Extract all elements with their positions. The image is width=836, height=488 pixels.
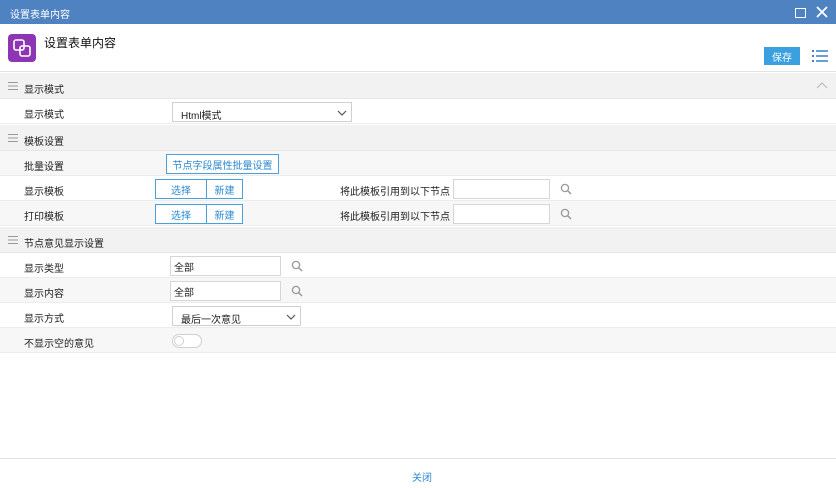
list-menu-icon[interactable] (812, 50, 828, 62)
select-template-button[interactable]: 选择 (156, 180, 206, 198)
select-value: 最后一次意见 (181, 315, 241, 326)
row-display-mode: 显示模式 Html模式 (0, 99, 836, 124)
chevron-up-icon[interactable] (816, 81, 828, 91)
drag-handle-icon (8, 236, 18, 244)
chevron-down-icon (337, 110, 347, 116)
row-label: 显示方式 (24, 314, 64, 325)
select-template-button[interactable]: 选择 (156, 205, 206, 223)
search-icon[interactable] (291, 285, 303, 297)
row-label: 不显示空的意见 (24, 339, 94, 350)
print-template-button-group: 选择 新建 (155, 204, 243, 224)
display-method-select[interactable]: 最后一次意见 (172, 306, 301, 326)
batch-field-settings-button[interactable]: 节点字段属性批量设置 (166, 154, 279, 174)
page-header: 设置表单内容 保存 (0, 24, 836, 72)
print-template-nodes-input[interactable] (453, 204, 550, 224)
row-label: 打印模板 (24, 212, 64, 223)
search-icon[interactable] (560, 183, 572, 195)
row-display-type: 显示类型 (0, 253, 836, 278)
apply-nodes-label: 将此模板引用到以下节点 (340, 212, 450, 223)
row-label: 显示类型 (24, 264, 64, 275)
section-display-mode[interactable]: 显示模式 (0, 73, 836, 99)
row-display-content: 显示内容 (0, 278, 836, 303)
dialog-footer: 关闭 (0, 458, 836, 488)
drag-handle-icon (8, 134, 18, 142)
hide-empty-opinion-toggle[interactable] (172, 334, 202, 348)
section-title: 模板设置 (24, 137, 64, 148)
row-label: 批量设置 (24, 162, 64, 173)
chevron-down-icon (286, 314, 296, 320)
row-display-method: 显示方式 最后一次意见 (0, 303, 836, 328)
new-template-button[interactable]: 新建 (206, 180, 242, 198)
page-title: 设置表单内容 (44, 36, 117, 50)
row-display-template: 显示模板 选择 新建 将此模板引用到以下节点 (0, 176, 836, 201)
search-icon[interactable] (560, 208, 572, 220)
apply-nodes-label: 将此模板引用到以下节点 (340, 187, 450, 198)
display-mode-select[interactable]: Html模式 (172, 102, 352, 122)
section-title: 节点意见显示设置 (24, 239, 104, 250)
section-opinion-display[interactable]: 节点意见显示设置 (0, 227, 836, 253)
new-template-button[interactable]: 新建 (206, 205, 242, 223)
toggle-knob (174, 336, 184, 346)
search-icon[interactable] (291, 260, 303, 272)
close-button[interactable]: 关闭 (412, 469, 432, 484)
section-title: 显示模式 (24, 85, 64, 96)
display-content-input[interactable] (170, 281, 281, 301)
display-template-nodes-input[interactable] (453, 179, 550, 199)
display-type-input[interactable] (170, 256, 281, 276)
row-hide-empty-opinion: 不显示空的意见 (0, 328, 836, 353)
row-label: 显示模板 (24, 187, 64, 198)
window-titlebar: 设置表单内容 (0, 0, 836, 24)
row-label: 显示内容 (24, 289, 64, 300)
drag-handle-icon (8, 82, 18, 90)
window-title: 设置表单内容 (10, 10, 70, 21)
section-template[interactable]: 模板设置 (0, 125, 836, 151)
row-print-template: 打印模板 选择 新建 将此模板引用到以下节点 (0, 201, 836, 226)
save-button[interactable]: 保存 (764, 47, 800, 65)
select-value: Html模式 (181, 111, 222, 122)
display-template-button-group: 选择 新建 (155, 179, 243, 199)
maximize-icon[interactable] (792, 4, 808, 20)
row-label: 显示模式 (24, 110, 64, 121)
app-logo-icon (8, 34, 36, 62)
close-icon[interactable] (814, 4, 830, 20)
row-batch-setting: 批量设置 节点字段属性批量设置 (0, 151, 836, 176)
